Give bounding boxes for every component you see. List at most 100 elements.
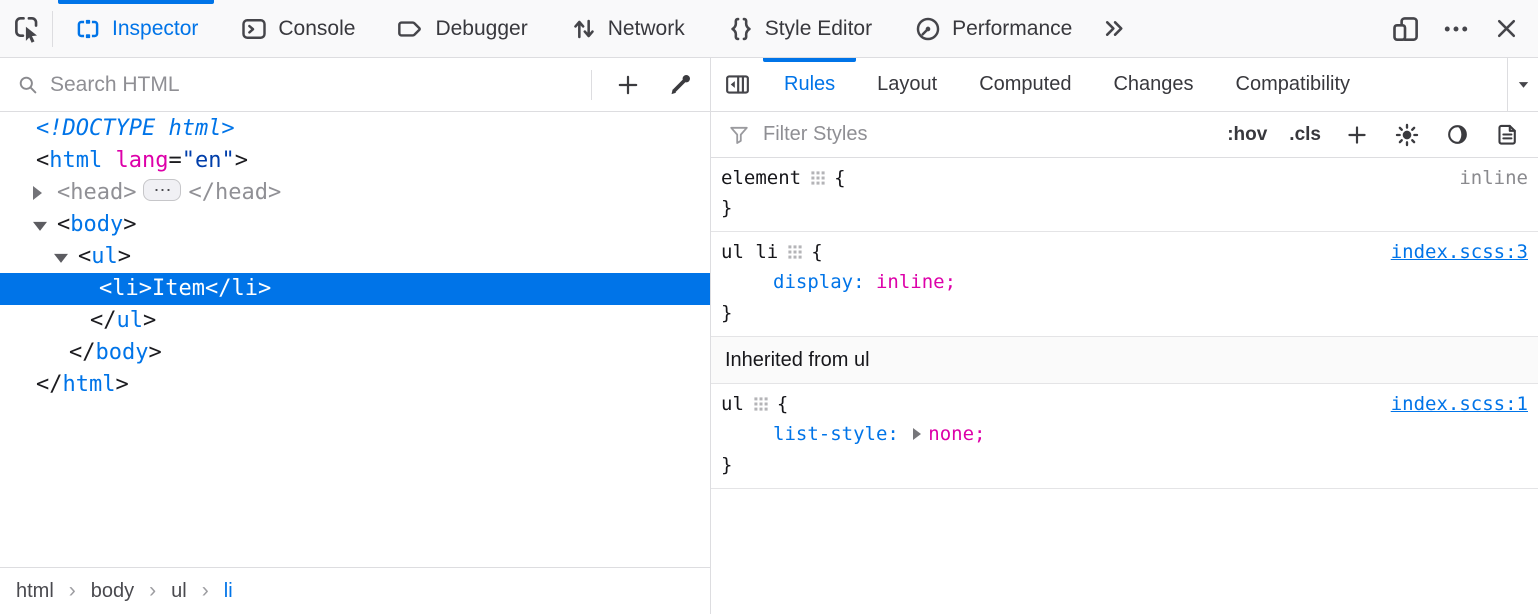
css-declaration[interactable]: list-style: none; <box>711 419 1538 450</box>
code-token: > <box>118 244 131 269</box>
breadcrumb-item-body[interactable]: body <box>91 580 134 603</box>
responsive-design-button[interactable] <box>1386 9 1426 49</box>
code-token: </ <box>36 372 63 397</box>
markup-node-row[interactable]: <!DOCTYPE html> <box>0 113 710 145</box>
performance-icon <box>914 15 942 43</box>
css-rule: ul li{index.scss:3display: inline;} <box>711 232 1538 337</box>
html-tree: <!DOCTYPE html><html lang="en"> <head> ⋯ </… <box>0 112 710 567</box>
dark-mode-simulation-button[interactable] <box>1440 118 1474 152</box>
rules-panel: RulesLayoutComputedChangesCompatibility … <box>711 58 1538 614</box>
console-icon <box>240 15 268 43</box>
collapse-twisty-icon[interactable] <box>33 222 47 231</box>
breadcrumb-item-li[interactable]: li <box>224 580 233 603</box>
markup-node-row[interactable]: </ul> <box>0 305 710 337</box>
code-token: html <box>63 372 116 397</box>
pseudo-class-panel-button[interactable]: :hov <box>1224 124 1270 146</box>
markup-node-row[interactable]: </body> <box>0 337 710 369</box>
class-panel-button[interactable]: .cls <box>1286 124 1324 146</box>
sidebar-tab-rules[interactable]: Rules <box>763 58 856 111</box>
markup-node-row[interactable]: <li>Item</li> <box>0 273 710 305</box>
tab-label: Network <box>608 17 685 41</box>
breadcrumb-item-html[interactable]: html <box>16 580 54 603</box>
devtools-main: <!DOCTYPE html><html lang="en"> <head> ⋯ </… <box>0 58 1538 614</box>
declaration-value[interactable]: inline; <box>876 271 956 293</box>
sidebar-tabs-dropdown-button[interactable] <box>1508 58 1538 111</box>
close-brace: } <box>721 298 732 328</box>
tab-performance[interactable]: Performance <box>898 0 1088 57</box>
close-button[interactable] <box>1486 9 1526 49</box>
code-token: < <box>36 148 49 173</box>
close-icon <box>1493 15 1520 42</box>
tab-network[interactable]: Network <box>554 0 701 57</box>
css-rule: element{inline} <box>711 158 1538 232</box>
search-icon <box>16 73 40 97</box>
sidebar-tab-compatibility[interactable]: Compatibility <box>1215 58 1371 111</box>
collapsed-children-badge[interactable]: ⋯ <box>143 179 181 201</box>
collapse-twisty-icon[interactable] <box>54 254 68 263</box>
search-html-input[interactable] <box>50 73 581 97</box>
declaration-value[interactable]: none; <box>928 423 985 445</box>
sidebar-tab-changes[interactable]: Changes <box>1092 58 1214 111</box>
rule-selector-line: ul { index.scss:1 <box>711 389 1538 419</box>
rule-selector[interactable]: ul li <box>721 237 778 267</box>
tab-inspector[interactable]: Inspector <box>58 0 214 57</box>
dark-mode-icon <box>1445 122 1470 147</box>
tab-style-editor[interactable]: Style Editor <box>711 0 888 57</box>
markup-node-row[interactable]: <html lang="en"> <box>0 145 710 177</box>
tab-label: Console <box>278 17 355 41</box>
sidebar-tab-computed[interactable]: Computed <box>958 58 1092 111</box>
css-declaration[interactable]: display: inline; <box>711 267 1538 298</box>
markup-node-row[interactable]: <ul> <box>0 241 710 273</box>
toolbar-right-buttons <box>1386 0 1538 57</box>
pane-toggle-button[interactable] <box>711 58 763 111</box>
more-tabs-button[interactable] <box>1093 0 1136 57</box>
stylesheet-source-link[interactable]: index.scss:3 <box>1371 237 1528 267</box>
markup-node-row[interactable]: </html> <box>0 369 710 401</box>
declaration-property[interactable]: display: <box>773 271 865 293</box>
print-simulation-button[interactable] <box>1490 118 1524 152</box>
eyedropper-button[interactable] <box>654 65 706 105</box>
breadcrumb-item-ul[interactable]: ul <box>171 580 187 603</box>
markup-node-row[interactable]: <head>⋯</head> <box>0 177 710 209</box>
shorthand-expander-icon[interactable] <box>913 428 921 440</box>
rule-selector[interactable]: element <box>721 163 801 193</box>
tab-console[interactable]: Console <box>224 0 371 57</box>
search-bar-separator <box>591 70 592 100</box>
code-token: > <box>123 212 136 237</box>
expand-twisty-icon[interactable] <box>33 186 42 200</box>
declaration-property[interactable]: list-style: <box>773 423 899 445</box>
tab-debugger[interactable]: Debugger <box>381 0 543 57</box>
code-token: < <box>78 244 91 269</box>
open-brace: { <box>777 389 788 419</box>
code-token: </ <box>90 308 117 333</box>
code-token: <head> <box>57 180 136 205</box>
css-rules-list: element{inline}ul li{index.scss:3display… <box>711 158 1538 614</box>
devtools-window: Inspector Console Debugger Network Style Edi… <box>0 0 1538 614</box>
markup-node-row[interactable]: <body> <box>0 209 710 241</box>
sidebar-tabs: RulesLayoutComputedChangesCompatibility <box>763 58 1371 111</box>
sidebar-tab-layout[interactable]: Layout <box>856 58 958 111</box>
node-picker-icon <box>11 13 42 44</box>
rule-selector[interactable]: ul <box>721 389 744 419</box>
node-picker-button[interactable] <box>0 0 52 57</box>
rules-toolbar-buttons: :hov .cls <box>1224 118 1524 152</box>
code-token: < <box>57 212 70 237</box>
close-brace: } <box>721 450 732 480</box>
devtools-toolbar: Inspector Console Debugger Network Style Edi… <box>0 0 1538 58</box>
code-token: < <box>99 276 112 301</box>
open-brace: { <box>834 163 845 193</box>
code-token: Item <box>152 276 205 301</box>
stylesheet-source-link[interactable]: index.scss:1 <box>1371 389 1528 419</box>
code-token: ul <box>117 308 144 333</box>
light-mode-simulation-button[interactable] <box>1390 118 1424 152</box>
add-node-button[interactable] <box>602 65 654 105</box>
filter-styles-input[interactable] <box>763 123 1212 146</box>
chevron-double-right-icon <box>1101 15 1128 42</box>
menu-button[interactable] <box>1436 9 1476 49</box>
tab-label: Style Editor <box>765 17 872 41</box>
code-token: > <box>139 276 152 301</box>
markup-search-bar <box>0 58 710 112</box>
rule-close-line: } <box>711 193 1538 223</box>
add-rule-button[interactable] <box>1340 118 1374 152</box>
responsive-design-icon <box>1391 14 1421 44</box>
